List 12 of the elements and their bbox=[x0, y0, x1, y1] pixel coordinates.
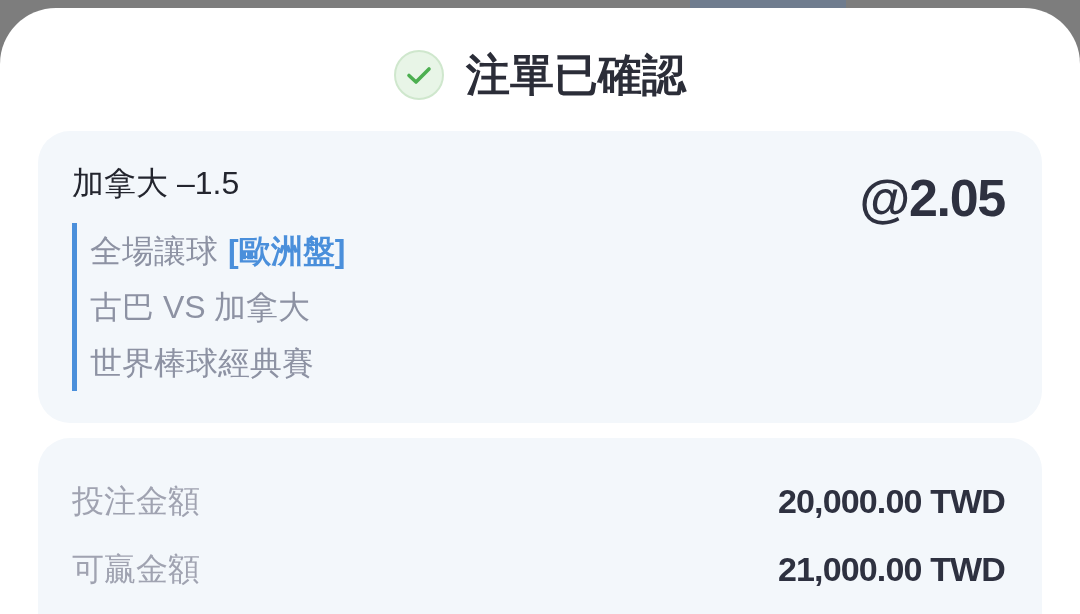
check-circle-icon bbox=[394, 50, 444, 100]
summary-label: 可贏金額 bbox=[72, 550, 200, 589]
match-teams: 古巴 VS 加拿大 bbox=[90, 288, 312, 327]
league-name: 世界棒球經典賽 bbox=[90, 344, 315, 383]
bet-selection: 加拿大 –1.5 bbox=[72, 164, 241, 203]
odds-value: @2.05 bbox=[859, 170, 1005, 226]
sheet-title: 注單已確認 bbox=[466, 49, 686, 101]
summary-value: 21,000.00 TWD bbox=[777, 549, 1005, 590]
summary-value: 20,000.00 TWD bbox=[777, 481, 1005, 522]
summary-label: 投注金額 bbox=[72, 482, 200, 521]
market-label: 全場讓球 bbox=[90, 232, 218, 271]
market-type-tag: [歐洲盤] bbox=[228, 231, 346, 271]
